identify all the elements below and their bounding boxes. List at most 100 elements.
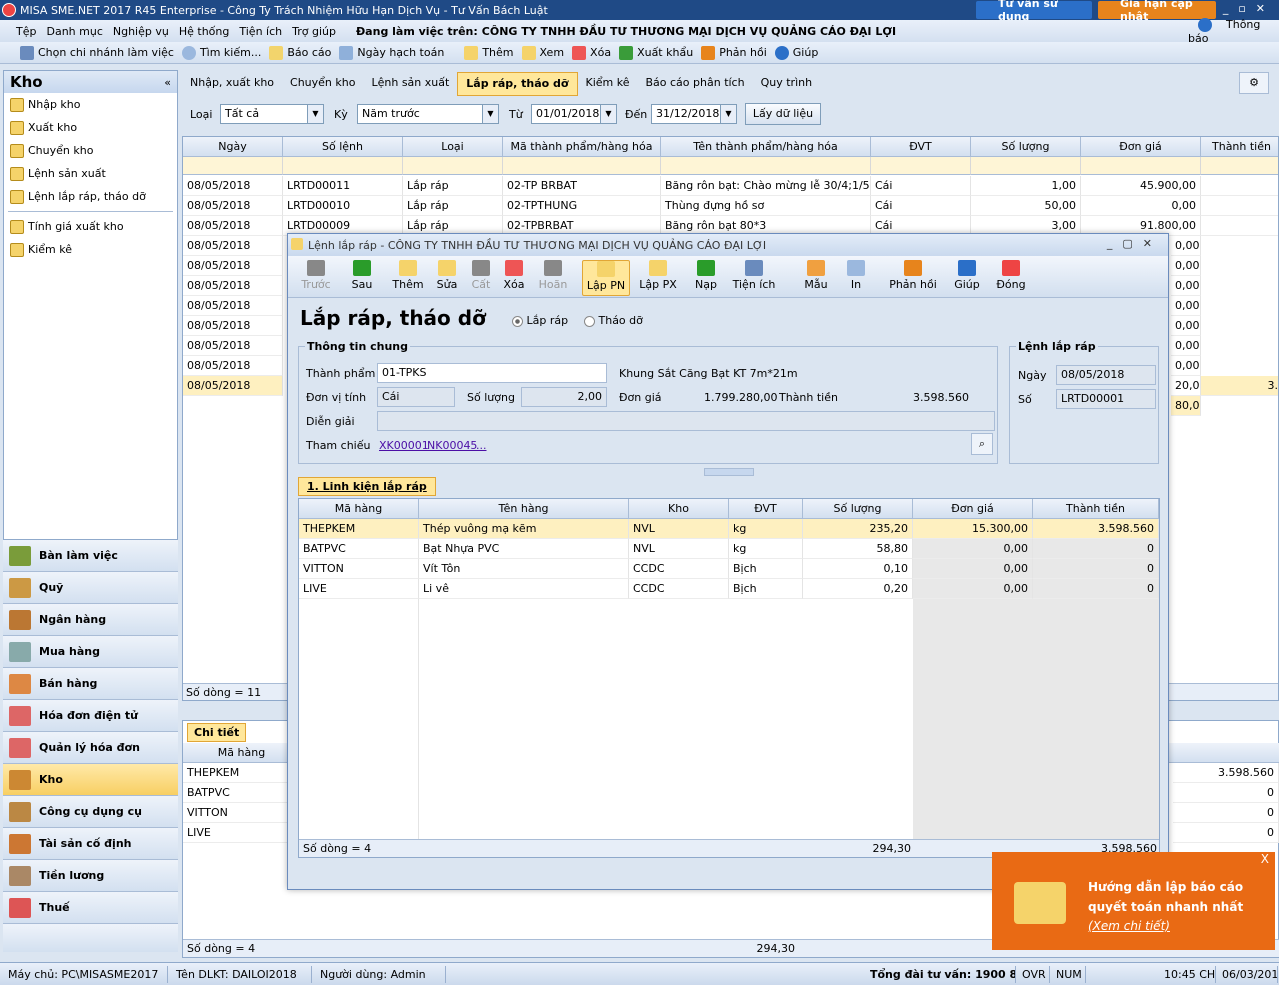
grid-filter-cell[interactable] bbox=[1201, 157, 1278, 175]
table-cell[interactable]: 08/05/2018 bbox=[183, 276, 283, 296]
prev-button[interactable]: Trước bbox=[298, 260, 334, 296]
reference-link-1[interactable]: XK00001 bbox=[379, 439, 429, 452]
components-cell[interactable]: BATPVC bbox=[299, 539, 419, 559]
notify-button[interactable]: Thông báo bbox=[1188, 17, 1279, 45]
search-button[interactable]: Tìm kiếm... bbox=[181, 45, 261, 60]
table-cell[interactable]: Cái bbox=[871, 196, 971, 216]
type-select[interactable]: Tất cả ▼ bbox=[220, 104, 324, 124]
consult-button[interactable]: Tư vấn sử dụng bbox=[976, 0, 1092, 23]
components-cell[interactable]: 3.598.560 bbox=[1033, 519, 1159, 539]
nav-thue[interactable]: Thuế bbox=[3, 892, 178, 924]
table-cell[interactable]: 45.900,00 bbox=[1081, 176, 1201, 196]
grid-col-header[interactable]: Ngày bbox=[183, 137, 283, 157]
sidebar-item-tinh-gia[interactable]: Tính giá xuất kho bbox=[4, 215, 177, 238]
table-cell[interactable] bbox=[1201, 176, 1278, 196]
components-cell[interactable]: 0,20 bbox=[803, 579, 913, 599]
detail-col-ma-hang[interactable]: Mã hàng bbox=[183, 743, 301, 763]
help-button[interactable]: Giúp bbox=[952, 260, 982, 296]
feedback-button[interactable]: Phản hồi bbox=[701, 45, 767, 60]
add-button[interactable]: Thêm bbox=[464, 45, 514, 60]
promo-close-icon[interactable]: X bbox=[1261, 852, 1269, 866]
grid-filter-cell[interactable] bbox=[871, 157, 971, 175]
grid-filter-cell[interactable] bbox=[503, 157, 661, 175]
components-cell[interactable]: kg bbox=[729, 519, 803, 539]
next-button[interactable]: Sau bbox=[343, 260, 381, 296]
disassemble-radio[interactable]: Tháo dỡ bbox=[584, 314, 643, 327]
grid-col-header[interactable]: Mã thành phẩm/hàng hóa bbox=[503, 137, 661, 157]
table-cell[interactable]: 08/05/2018 bbox=[183, 376, 283, 396]
components-cell[interactable]: 15.300,00 bbox=[913, 519, 1033, 539]
table-cell[interactable]: 08/05/2018 bbox=[183, 316, 283, 336]
renew-button[interactable]: Gia hạn cập nhật bbox=[1098, 0, 1216, 23]
components-cell[interactable]: 0,00 bbox=[913, 559, 1033, 579]
utilities-button[interactable]: Tiện ích bbox=[728, 260, 780, 296]
components-cell[interactable]: Li vê bbox=[419, 579, 629, 599]
nav-hoa-don-dien-tu[interactable]: Hóa đơn điện tử bbox=[3, 700, 178, 732]
grid-col-header[interactable]: ĐVT bbox=[871, 137, 971, 157]
table-cell[interactable]: 1,00 bbox=[971, 176, 1081, 196]
nav-quan-ly-hoa-don[interactable]: Quản lý hóa đơn bbox=[3, 732, 178, 764]
collapse-icon[interactable]: « bbox=[164, 76, 171, 89]
sidebar-item-nhap-kho[interactable]: Nhập kho bbox=[4, 93, 177, 116]
table-cell[interactable] bbox=[1201, 216, 1278, 236]
table-cell[interactable]: 08/05/2018 bbox=[183, 236, 283, 256]
description-input[interactable] bbox=[377, 411, 995, 431]
detail-row-code[interactable]: THEPKEM bbox=[183, 763, 301, 783]
grid-col-header[interactable]: Đơn giá bbox=[1081, 137, 1201, 157]
table-cell[interactable]: LRTD00010 bbox=[283, 196, 403, 216]
delete-button[interactable]: Xóa bbox=[500, 260, 528, 296]
components-cell[interactable]: Bịch bbox=[729, 579, 803, 599]
detail-tab[interactable]: Chi tiết bbox=[187, 723, 247, 742]
promo-link[interactable]: (Xem chi tiết) bbox=[1088, 919, 1170, 933]
tab-bao-cao[interactable]: Báo cáo phân tích bbox=[638, 72, 753, 96]
grid-filter-cell[interactable] bbox=[661, 157, 871, 175]
detail-row-code[interactable]: VITTON bbox=[183, 803, 301, 823]
sidebar-item-lap-rap[interactable]: Lệnh lắp ráp, tháo dỡ bbox=[4, 185, 177, 208]
feedback-button[interactable]: Phản hồi bbox=[888, 260, 938, 296]
components-col-header[interactable]: Đơn giá bbox=[913, 499, 1033, 519]
table-cell[interactable]: Băng rôn bạt: Chào mừng lễ 30/4;1/5 K.. bbox=[661, 176, 871, 196]
help-button[interactable]: Giúp bbox=[774, 45, 818, 60]
components-cell[interactable]: 0 bbox=[1033, 559, 1159, 579]
components-cell[interactable]: NVL bbox=[629, 519, 729, 539]
components-cell[interactable]: 0 bbox=[1033, 579, 1159, 599]
nav-ban-hang[interactable]: Bán hàng bbox=[3, 668, 178, 700]
reload-button[interactable]: Nạp bbox=[692, 260, 720, 296]
grid-col-header[interactable]: Tên thành phẩm/hàng hóa bbox=[661, 137, 871, 157]
export-button[interactable]: Xuất khẩu bbox=[619, 45, 693, 60]
components-cell[interactable]: 235,20 bbox=[803, 519, 913, 539]
tab-nhap-xuat-kho[interactable]: Nhập, xuất kho bbox=[182, 72, 282, 96]
menu-operations[interactable]: Nghiệp vụ bbox=[113, 25, 169, 38]
components-col-header[interactable]: Mã hàng bbox=[299, 499, 419, 519]
components-cell[interactable]: THEPKEM bbox=[299, 519, 419, 539]
nav-mua-hang[interactable]: Mua hàng bbox=[3, 636, 178, 668]
table-cell[interactable]: Cái bbox=[871, 176, 971, 196]
create-issue-button[interactable]: Lập PX bbox=[638, 260, 678, 296]
nav-quy[interactable]: Quỹ bbox=[3, 572, 178, 604]
edit-button[interactable]: Sửa bbox=[433, 260, 461, 296]
grid-col-header[interactable]: Số lượng bbox=[971, 137, 1081, 157]
components-cell[interactable]: Vít Tôn bbox=[419, 559, 629, 579]
table-cell[interactable]: 08/05/2018 bbox=[183, 216, 283, 236]
table-cell[interactable]: Thùng đựng hồ sơ bbox=[661, 196, 871, 216]
add-button[interactable]: Thêm bbox=[388, 260, 428, 296]
components-cell[interactable]: VITTON bbox=[299, 559, 419, 579]
menu-catalog[interactable]: Danh mục bbox=[46, 25, 102, 38]
components-cell[interactable]: 0,00 bbox=[913, 539, 1033, 559]
table-cell[interactable]: Lắp ráp bbox=[403, 196, 503, 216]
unit-input[interactable]: Cái bbox=[377, 387, 455, 407]
product-code-input[interactable]: 01-TPKS bbox=[377, 363, 607, 383]
quantity-input[interactable]: 2,00 bbox=[521, 387, 607, 407]
nav-ngan-hang[interactable]: Ngân hàng bbox=[3, 604, 178, 636]
sidebar-item-kiem-ke[interactable]: Kiểm kê bbox=[4, 238, 177, 261]
table-cell[interactable]: 08/05/2018 bbox=[183, 196, 283, 216]
menu-help[interactable]: Trợ giúp bbox=[292, 25, 336, 38]
components-cell[interactable]: 58,80 bbox=[803, 539, 913, 559]
components-cell[interactable]: Thép vuông mạ kẽm bbox=[419, 519, 629, 539]
splitter-handle[interactable] bbox=[704, 468, 754, 476]
grid-filter-cell[interactable] bbox=[283, 157, 403, 175]
table-cell[interactable]: 08/05/2018 bbox=[183, 176, 283, 196]
tab-lenh-san-xuat[interactable]: Lệnh sản xuất bbox=[363, 72, 457, 96]
nav-tai-san[interactable]: Tài sản cố định bbox=[3, 828, 178, 860]
order-number-input[interactable]: LRTD00001 bbox=[1056, 389, 1156, 409]
